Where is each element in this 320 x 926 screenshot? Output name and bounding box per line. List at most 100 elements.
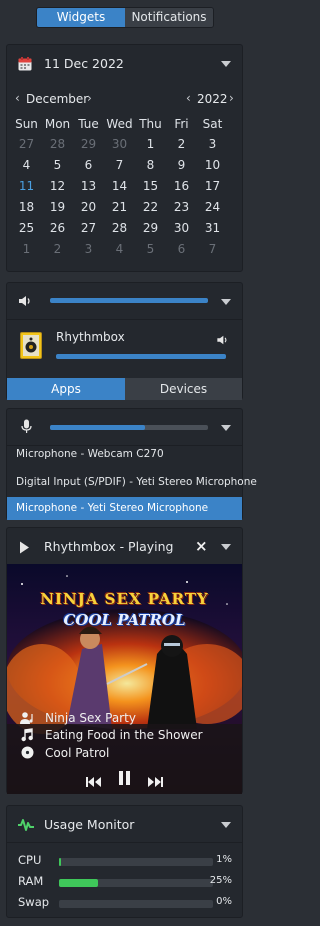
mic-source-item[interactable]: Digital Input (S/PDIF) - Yeti Stereo Mic… (7, 471, 257, 494)
calendar-day[interactable]: 1 (135, 135, 166, 153)
calendar-day[interactable]: 20 (73, 198, 104, 216)
calendar-day[interactable]: 4 (11, 156, 42, 174)
speaker-icon[interactable] (18, 293, 32, 312)
play-icon[interactable] (19, 539, 30, 558)
chevron-down-icon[interactable] (221, 425, 231, 431)
weekday-label: Fri (174, 117, 189, 131)
calendar-day[interactable]: 12 (42, 177, 73, 195)
chevron-down-icon[interactable] (221, 299, 231, 305)
track-name: Eating Food in the Shower (45, 727, 203, 742)
tab-widgets[interactable]: Widgets (37, 8, 125, 27)
prev-month-icon[interactable]: ‹ (15, 91, 20, 105)
usage-bar (59, 858, 213, 866)
chevron-down-icon[interactable] (221, 822, 231, 828)
calendar-day[interactable]: 27 (11, 135, 42, 153)
weekday-label: Tue (78, 117, 99, 131)
mic-source-item-selected[interactable]: Microphone - Yeti Stereo Microphone (7, 497, 242, 520)
calendar-day[interactable]: 13 (73, 177, 104, 195)
usage-bar (59, 879, 213, 887)
usage-value: 25% (209, 875, 232, 886)
calendar-day[interactable]: 5 (42, 156, 73, 174)
calendar-nav: ‹ December › ‹ 2022 › (7, 91, 242, 109)
close-icon[interactable]: × (195, 537, 208, 555)
calendar-day[interactable]: 29 (73, 135, 104, 153)
calendar-day[interactable]: 7 (104, 156, 135, 174)
calendar-day[interactable]: 24 (197, 198, 228, 216)
calendar-day[interactable]: 6 (166, 240, 197, 258)
chevron-down-icon[interactable] (221, 61, 231, 67)
calendar-day[interactable]: 30 (166, 219, 197, 237)
calendar-date-label: 11 Dec 2022 (44, 55, 124, 71)
volume-panel: Rhythmbox Apps Devices (6, 282, 243, 400)
album-art-title: NINJA SEX PARTY (40, 590, 209, 608)
mic-source-item[interactable]: Microphone - Webcam C270 (7, 443, 242, 466)
calendar-day[interactable]: 25 (11, 219, 42, 237)
tab-apps[interactable]: Apps (7, 378, 125, 400)
pause-icon[interactable] (118, 770, 131, 789)
usage-bar-fill (59, 858, 61, 866)
album-row: Cool Patrol (20, 743, 109, 762)
playback-controls (7, 768, 242, 789)
weekday-label: Sun (15, 117, 38, 131)
calendar-day[interactable]: 27 (73, 219, 104, 237)
app-volume-name: Rhythmbox (56, 330, 125, 344)
calendar-day[interactable]: 14 (104, 177, 135, 195)
calendar-day[interactable]: 7 (197, 240, 228, 258)
app-volume-slider[interactable] (56, 354, 226, 359)
usage-monitor-title: Usage Monitor (44, 816, 135, 832)
calendar-day[interactable]: 28 (104, 219, 135, 237)
tab-devices[interactable]: Devices (125, 378, 242, 400)
calendar-month: December (26, 92, 89, 106)
app-speaker-icon[interactable] (216, 331, 229, 350)
calendar-day[interactable]: 10 (197, 156, 228, 174)
calendar-day[interactable]: 11 (11, 177, 42, 195)
previous-track-icon[interactable] (86, 772, 101, 791)
calendar-day[interactable]: 3 (197, 135, 228, 153)
music-note-icon (20, 727, 34, 742)
calendar-day[interactable]: 8 (135, 156, 166, 174)
calendar-day[interactable]: 31 (197, 219, 228, 237)
calendar-day[interactable]: 21 (104, 198, 135, 216)
weekday-label: Mon (44, 117, 71, 131)
calendar-day[interactable]: 17 (197, 177, 228, 195)
weekday-label: Thu (139, 117, 162, 131)
calendar-day[interactable]: 30 (104, 135, 135, 153)
prev-year-icon[interactable]: ‹ (186, 91, 191, 105)
usage-row-ram: RAM 25% (18, 874, 232, 890)
calendar-day[interactable]: 15 (135, 177, 166, 195)
calendar-day[interactable]: 3 (73, 240, 104, 258)
calendar-day[interactable]: 5 (135, 240, 166, 258)
calendar-day[interactable]: 18 (11, 198, 42, 216)
calendar-day[interactable]: 6 (73, 156, 104, 174)
master-volume-slider[interactable] (50, 298, 208, 303)
usage-value: 1% (216, 854, 232, 865)
calendar-day[interactable]: 23 (166, 198, 197, 216)
calendar-day[interactable]: 19 (42, 198, 73, 216)
calendar-icon (18, 56, 32, 75)
calendar-day[interactable]: 16 (166, 177, 197, 195)
calendar-day[interactable]: 1 (11, 240, 42, 258)
calendar-day[interactable]: 28 (42, 135, 73, 153)
calendar-day[interactable]: 9 (166, 156, 197, 174)
calendar-day[interactable]: 26 (42, 219, 73, 237)
now-playing-title: Rhythmbox - Playing (44, 538, 174, 554)
activity-monitor-icon (18, 817, 34, 836)
mic-level-track[interactable] (50, 425, 208, 430)
tab-notifications[interactable]: Notifications (125, 8, 213, 27)
calendar-day[interactable]: 2 (166, 135, 197, 153)
microphone-icon[interactable] (21, 419, 32, 438)
next-year-icon[interactable]: › (229, 91, 234, 105)
calendar-day[interactable]: 22 (135, 198, 166, 216)
next-track-icon[interactable] (148, 772, 163, 791)
chevron-down-icon[interactable] (221, 544, 231, 550)
widget-sidebar: Widgets Notifications 11 Dec 2022 ‹ Dece… (0, 0, 257, 926)
calendar-day[interactable]: 29 (135, 219, 166, 237)
now-playing-panel: Rhythmbox - Playing × NINJA SEX PARTY CO… (6, 527, 243, 794)
usage-label: Swap (18, 895, 50, 909)
calendar-day[interactable]: 4 (104, 240, 135, 258)
calendar-header[interactable]: 11 Dec 2022 (7, 45, 242, 81)
calendar-day[interactable]: 2 (42, 240, 73, 258)
next-month-icon[interactable]: › (87, 91, 92, 105)
calendar-panel: 11 Dec 2022 ‹ December › ‹ 2022 › Sun Mon… (6, 44, 243, 272)
microphone-header (7, 409, 242, 445)
